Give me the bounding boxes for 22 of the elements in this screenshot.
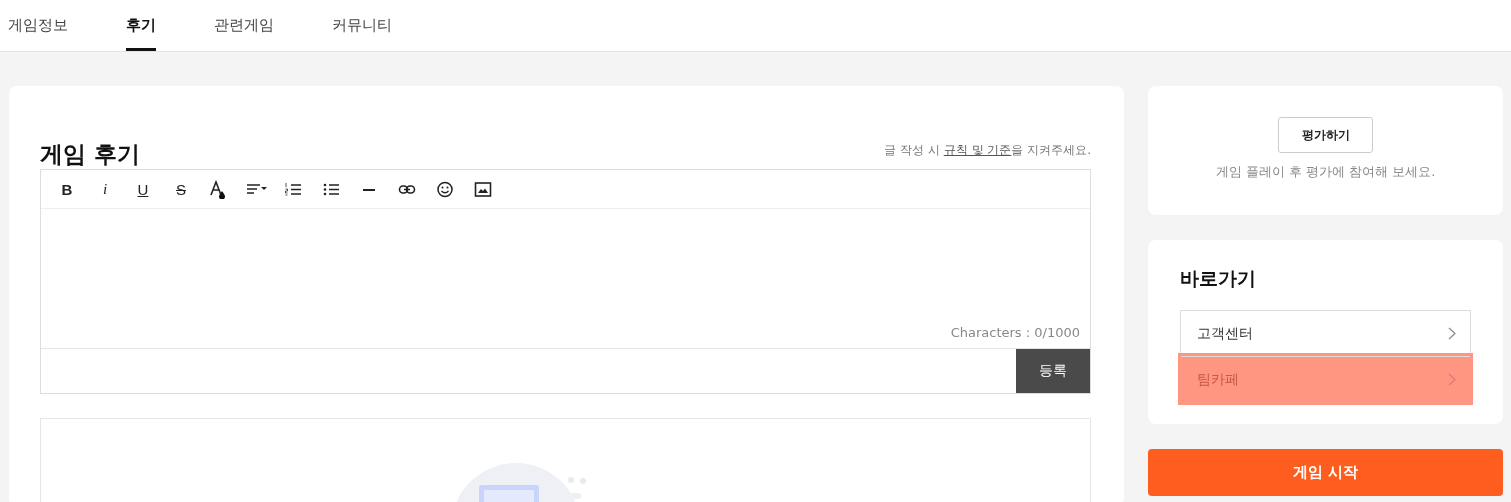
- guidelines-link[interactable]: 규칙 및 기준: [943, 143, 1012, 157]
- tab[interactable]: 게임정보: [8, 0, 68, 51]
- shortcut-item[interactable]: 고객센터: [1181, 311, 1470, 356]
- italic-button[interactable]: i: [89, 176, 121, 202]
- chevron-icon: [1448, 373, 1456, 386]
- shortcut-label: 팀카페: [1197, 370, 1239, 389]
- shortcut-label: 고객센터: [1197, 324, 1253, 343]
- tab[interactable]: 후기: [126, 0, 156, 51]
- submit-button[interactable]: 등록: [1016, 349, 1090, 393]
- section-title: 게임 후기: [40, 140, 140, 169]
- guideline-notice: 글 작성 시 규칙 및 기준을 지켜주세요.: [884, 142, 1091, 159]
- rate-button[interactable]: 평가하기: [1278, 117, 1373, 153]
- underline-button[interactable]: U: [127, 176, 159, 202]
- shortcuts-title: 바로가기: [1180, 266, 1257, 291]
- tab[interactable]: 커뮤니티: [332, 0, 392, 51]
- character-counter: Characters : 0/1000: [950, 325, 1080, 340]
- bold-button[interactable]: B: [51, 176, 83, 202]
- strike-button[interactable]: S: [165, 176, 197, 202]
- tab[interactable]: 관련게임: [214, 0, 274, 51]
- review-input[interactable]: Characters : 0/1000: [41, 209, 1090, 349]
- chevron-icon: [1448, 327, 1456, 340]
- rating-hint: 게임 플레이 후 평가에 참여해 보세요.: [1215, 163, 1436, 181]
